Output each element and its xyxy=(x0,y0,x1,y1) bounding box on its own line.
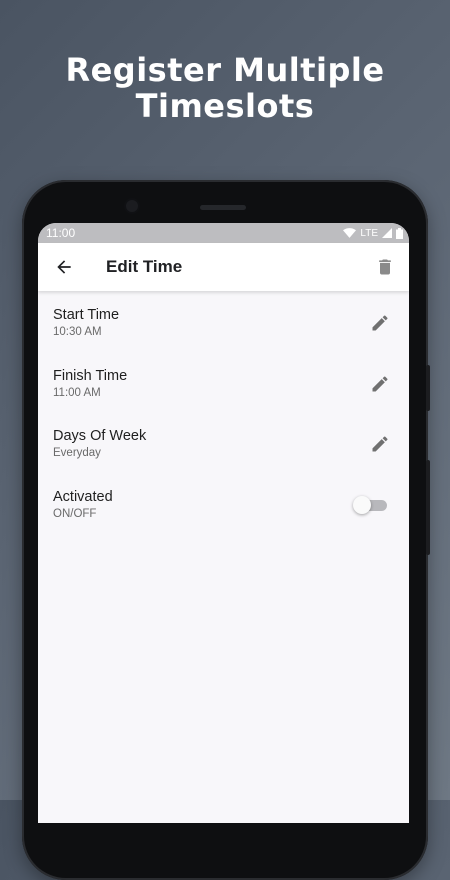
phone-volume-button xyxy=(426,460,430,555)
headline: Register Multiple Timeslots xyxy=(0,52,450,124)
trash-icon xyxy=(379,259,391,275)
activated-label: Activated xyxy=(53,488,113,505)
finish-time-row[interactable]: Finish Time 11:00 AM xyxy=(38,354,409,415)
app-screen: 11:00 LTE Edit Time Start Time 10:30 AM … xyxy=(38,223,409,823)
status-time: 11:00 xyxy=(46,226,76,240)
back-button[interactable] xyxy=(38,243,90,291)
days-of-week-row[interactable]: Days Of Week Everyday xyxy=(38,414,409,475)
edit-finish-time-button[interactable] xyxy=(367,371,393,397)
edit-days-of-week-button[interactable] xyxy=(367,431,393,457)
battery-icon xyxy=(396,227,403,239)
status-bar: 11:00 LTE xyxy=(38,223,409,243)
settings-list: Start Time 10:30 AM Finish Time 11:00 AM xyxy=(38,291,409,535)
start-time-value: 10:30 AM xyxy=(53,326,102,339)
edit-icon xyxy=(372,315,388,331)
start-time-text: Start Time 10:30 AM xyxy=(53,306,119,340)
activated-value: ON/OFF xyxy=(53,507,97,520)
finish-time-label: Finish Time xyxy=(53,367,128,384)
earpiece-speaker xyxy=(200,205,246,210)
days-of-week-text: Days Of Week Everyday xyxy=(53,427,146,461)
arrow-back-icon xyxy=(57,260,71,274)
start-time-row[interactable]: Start Time 10:30 AM xyxy=(38,293,409,354)
delete-button[interactable] xyxy=(361,243,409,291)
signal-icon xyxy=(382,228,392,238)
headline-line-1: Register Multiple xyxy=(65,51,385,89)
edit-icon xyxy=(372,436,388,452)
edit-start-time-button[interactable] xyxy=(367,310,393,336)
days-of-week-label: Days Of Week xyxy=(53,428,147,445)
front-camera xyxy=(126,200,138,212)
activated-toggle[interactable] xyxy=(353,495,389,515)
wifi-icon xyxy=(343,228,357,238)
start-time-label: Start Time xyxy=(53,307,120,324)
network-type-label: LTE xyxy=(360,227,378,239)
app-bar: Edit Time xyxy=(38,243,409,291)
phone-power-button xyxy=(426,365,430,411)
page-title: Edit Time xyxy=(106,257,183,276)
toggle-thumb xyxy=(353,495,371,514)
finish-time-text: Finish Time 11:00 AM xyxy=(53,367,127,401)
status-icons: LTE xyxy=(343,227,403,239)
finish-time-value: 11:00 AM xyxy=(53,386,101,399)
days-of-week-value: Everyday xyxy=(53,447,101,460)
activated-row: Activated ON/OFF xyxy=(38,475,409,536)
headline-line-2: Timeslots xyxy=(135,87,315,125)
activated-text: Activated ON/OFF xyxy=(53,488,113,522)
edit-icon xyxy=(372,376,388,392)
